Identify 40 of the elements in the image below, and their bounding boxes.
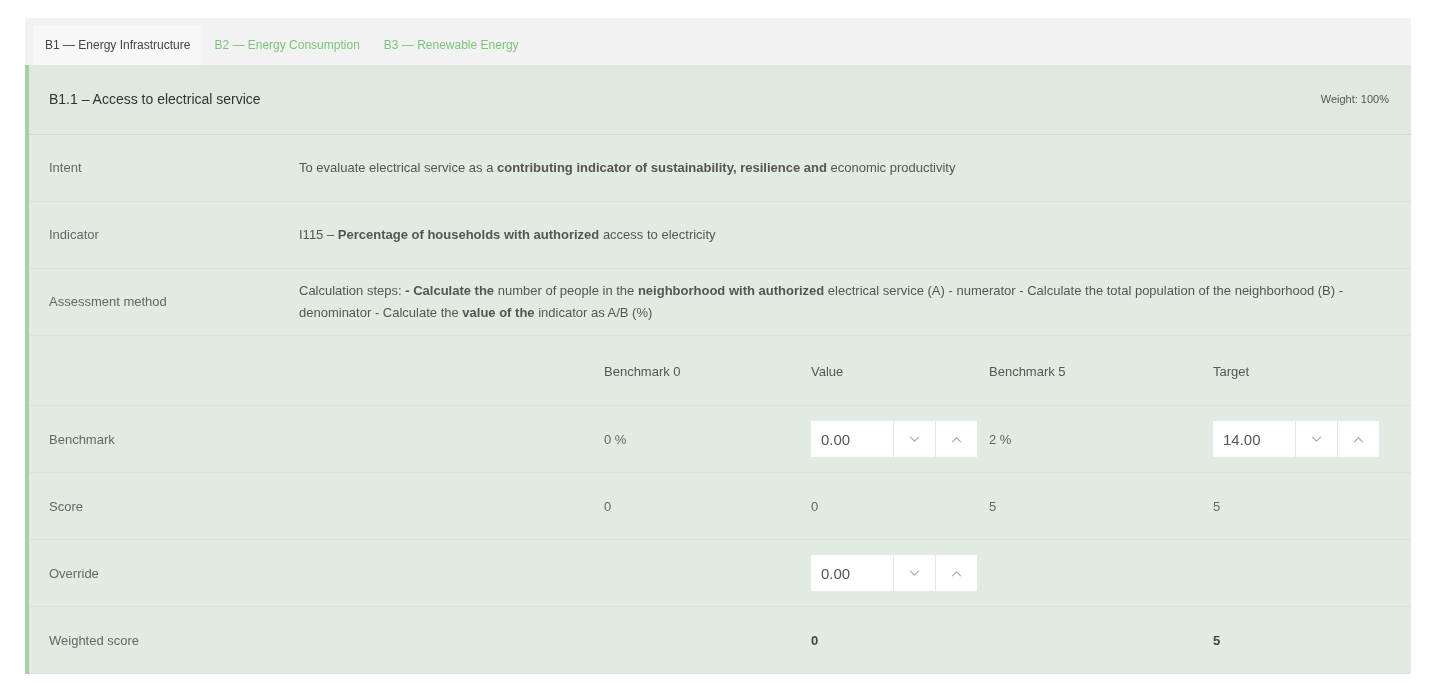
number-field[interactable]: 0.00 <box>811 555 893 591</box>
row-label: Weighted score <box>49 633 140 648</box>
row-text: I115 – Percentage of households with authorized access to electricity <box>299 226 717 244</box>
row-label: Indicator <box>49 226 100 245</box>
row-label: Override <box>49 566 99 581</box>
increment-button[interactable] <box>1337 421 1379 457</box>
chevron-up-icon <box>951 569 962 577</box>
decrement-button[interactable] <box>1295 421 1337 457</box>
number-field[interactable]: 0.00 <box>811 421 893 457</box>
table-cell: 0 <box>604 499 612 514</box>
decrement-button[interactable] <box>893 555 935 591</box>
row-label: Score <box>49 499 83 514</box>
column-header: Target <box>1213 363 1250 379</box>
table-cell: 0 % <box>604 432 627 447</box>
row-text: Calculation steps: - Calculate the number of people in the neighborhood with authorized electrical service (A) - numerator - Calculate the total population of the neighborhood (B) - denominator - Calculate the value of the indicator as A/B (%) <box>299 282 1345 322</box>
chevron-up-icon <box>951 435 962 443</box>
chevron-down-icon <box>1311 435 1322 443</box>
column-header: Value <box>811 363 844 379</box>
table-cell: 2 % <box>989 432 1012 447</box>
chevron-up-icon <box>1353 435 1364 443</box>
column-header: Benchmark 5 <box>989 363 1066 379</box>
table-cell: 5 <box>1213 633 1221 648</box>
increment-button[interactable] <box>935 555 977 591</box>
row-label: Benchmark <box>49 432 115 447</box>
table-cell: 0 <box>811 633 819 648</box>
chevron-down-icon <box>909 569 920 577</box>
row-label: Assessment method <box>49 293 168 312</box>
row-text: To evaluate electrical service as a contributing indicator of sustainability, resilience and economic productivity <box>299 159 957 177</box>
decrement-button[interactable] <box>893 421 935 457</box>
table-cell: 5 <box>989 499 997 514</box>
tab[interactable]: B1 — Energy Infrastructure <box>33 25 203 65</box>
section-title: B1.1 – Access to electrical service <box>49 90 261 109</box>
row-label: Intent <box>49 159 83 178</box>
chevron-down-icon <box>909 435 920 443</box>
increment-button[interactable] <box>935 421 977 457</box>
table-cell: 0 <box>811 499 819 514</box>
column-header: Benchmark 0 <box>604 363 681 379</box>
weight-label: Weight: 100% <box>1320 92 1389 108</box>
table-cell: 5 <box>1213 499 1221 514</box>
number-field[interactable]: 14.00 <box>1213 421 1295 457</box>
